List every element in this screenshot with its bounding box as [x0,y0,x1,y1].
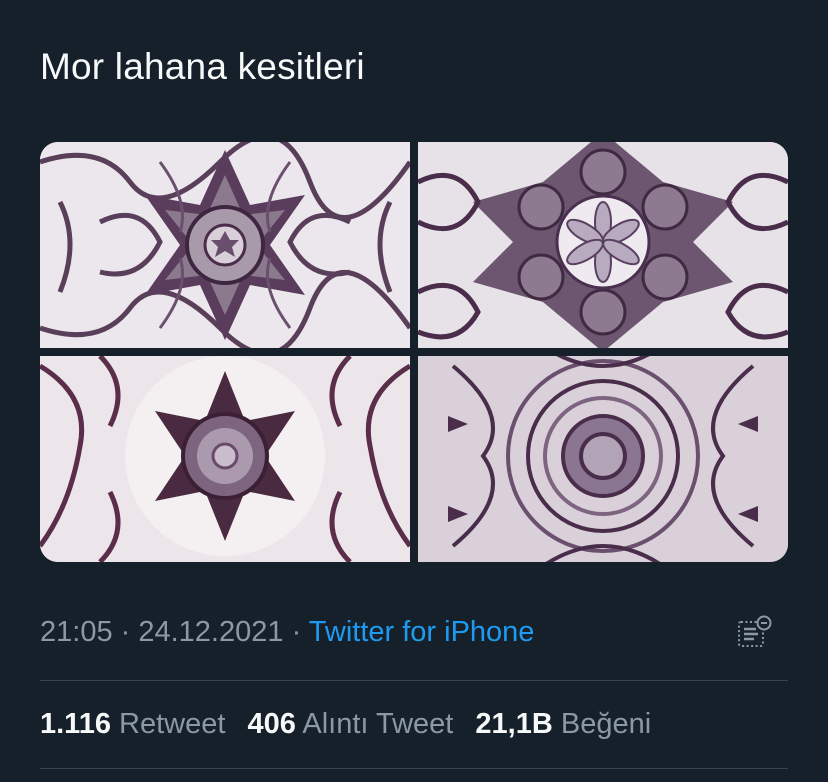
tweet-date[interactable]: 24.12.2021 [138,616,283,648]
media-grid [40,142,788,562]
kaleidoscope-image-1 [40,142,410,348]
analytics-icon[interactable] [736,614,774,652]
media-image-4[interactable] [418,356,788,562]
meta-separator: · [283,616,309,648]
like-count[interactable]: 21,1B [475,708,552,740]
kaleidoscope-image-2 [418,142,788,348]
kaleidoscope-image-3 [40,356,410,562]
tweet-meta: 21:05 · 24.12.2021 · Twitter for iPhone [40,616,534,649]
tweet-stats: 1.116 Retweet 406 Alıntı Tweet 21,1B Beğ… [40,708,651,741]
meta-separator: · [112,616,139,648]
media-image-3[interactable] [40,356,410,562]
kaleidoscope-image-4 [418,356,788,562]
media-image-2[interactable] [418,142,788,348]
quote-label[interactable]: Alıntı Tweet [302,708,453,740]
media-image-1[interactable] [40,142,410,348]
tweet-text: Mor lahana kesitleri [40,46,365,87]
divider [40,768,788,769]
tweet-source-link[interactable]: Twitter for iPhone [309,616,535,648]
quote-count[interactable]: 406 [248,708,296,740]
like-label[interactable]: Beğeni [561,708,651,740]
tweet-time[interactable]: 21:05 [40,616,113,648]
retweet-count[interactable]: 1.116 [40,708,111,740]
retweet-label[interactable]: Retweet [119,708,225,740]
divider [40,680,788,681]
